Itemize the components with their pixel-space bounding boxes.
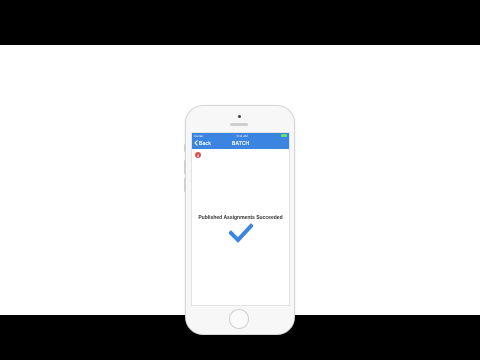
navigation-bar: Back BATCH	[192, 138, 289, 149]
carrier-label: Carrier	[194, 133, 204, 138]
earpiece-speaker	[230, 123, 248, 126]
notification-badge[interactable]: 3	[195, 152, 201, 158]
checkmark-icon	[228, 223, 254, 243]
status-time: 9:41 AM	[236, 133, 248, 138]
battery-icon	[281, 134, 287, 137]
video-frame: Carrier 9:41 AM Back BATCH 3 Published A…	[0, 45, 480, 335]
back-button[interactable]: Back	[194, 138, 211, 149]
phone-mockup: Carrier 9:41 AM Back BATCH 3 Published A…	[184, 105, 295, 335]
home-button[interactable]	[229, 309, 249, 329]
volume-down-button	[184, 178, 186, 192]
back-label: Back	[199, 140, 211, 147]
page-title: BATCH	[231, 140, 250, 147]
chevron-left-icon	[194, 139, 198, 148]
volume-up-button	[184, 160, 186, 174]
badge-count: 3	[196, 152, 200, 158]
phone-screen: Carrier 9:41 AM Back BATCH 3 Published A…	[191, 132, 290, 306]
front-camera	[238, 115, 241, 118]
mute-switch	[184, 144, 186, 152]
success-message: Published Assignments Succeeded	[198, 215, 283, 221]
